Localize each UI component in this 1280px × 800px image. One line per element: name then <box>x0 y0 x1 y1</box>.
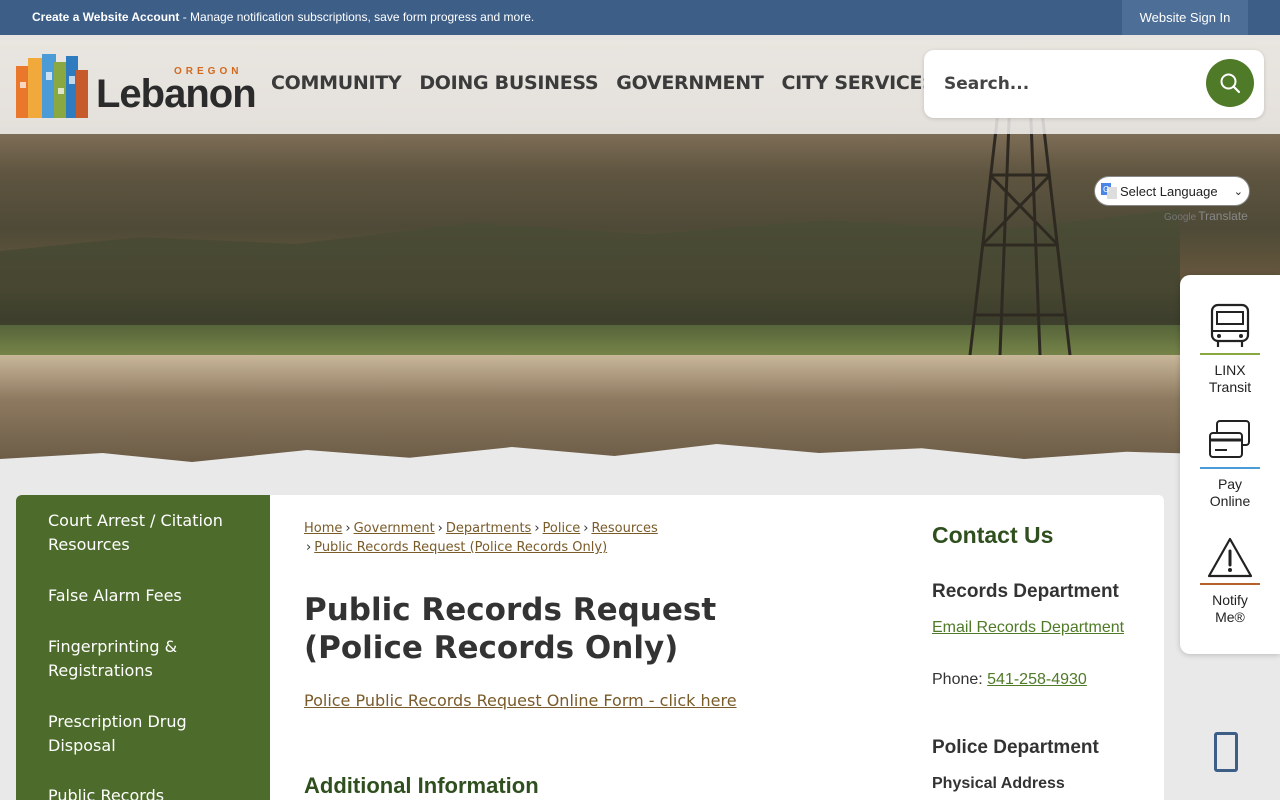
scroll-to-top-icon[interactable] <box>1214 732 1238 772</box>
sidebar-item-false-alarm-fees[interactable]: False Alarm Fees <box>48 584 248 608</box>
alert-icon <box>1207 537 1253 578</box>
quick-link-pay-online[interactable]: Pay Online <box>1180 419 1280 510</box>
sidebar-item-prescription-drug[interactable]: Prescription Drug Disposal <box>48 710 248 758</box>
quick-link-notify-me[interactable]: Notify Me® <box>1180 537 1280 626</box>
search-box <box>924 50 1264 118</box>
language-select-label: Select Language <box>1120 183 1218 199</box>
bus-icon <box>1210 303 1250 347</box>
top-bar: Create a Website Account - Manage notifi… <box>0 0 1280 35</box>
search-icon <box>1220 73 1241 94</box>
main-navigation: COMMUNITY DOING BUSINESS GOVERNMENT CITY… <box>262 72 945 94</box>
additional-information-heading: Additional Information <box>304 773 539 798</box>
hero-water <box>0 355 1180 465</box>
site-header: OREGON Lebanon COMMUNITY DOING BUSINESS … <box>0 35 1280 134</box>
create-account-link[interactable]: Create a Website Account <box>32 10 179 24</box>
pay-label-1: Pay <box>1217 476 1243 492</box>
notify-label-2: Me® <box>1215 609 1245 625</box>
breadcrumb-police[interactable]: Police <box>543 521 581 536</box>
breadcrumb-resources[interactable]: Resources <box>591 521 657 536</box>
notify-underline <box>1200 583 1260 585</box>
language-select[interactable]: G Select Language ⌄ <box>1094 176 1250 206</box>
breadcrumb-home[interactable]: Home <box>304 521 342 536</box>
breadcrumb: Home › Government › Departments › Police › Resou… <box>304 521 658 555</box>
linx-underline <box>1200 353 1260 355</box>
notify-label-1: Notify <box>1212 592 1248 608</box>
records-department-heading: Records Department <box>932 581 1119 602</box>
sidebar-nav: Court Arrest / Citation Resources False … <box>16 495 270 800</box>
sidebar-item-court-arrest[interactable]: Court Arrest / Citation Resources <box>48 509 248 557</box>
svg-text:G: G <box>1103 185 1109 194</box>
sidebar-item-public-records[interactable]: Public Records <box>48 784 248 800</box>
pay-underline <box>1200 467 1260 469</box>
phone-link[interactable]: 541-258-4930 <box>987 671 1087 688</box>
quick-link-linx-transit[interactable]: LINX Transit <box>1180 303 1280 396</box>
nav-city-services[interactable]: CITY SERVICES <box>773 72 945 94</box>
page-title: Public Records Request (Police Records O… <box>304 592 717 666</box>
contact-us-heading: Contact Us <box>932 522 1054 548</box>
water-tower-graphic <box>968 95 1072 355</box>
search-button[interactable] <box>1206 59 1254 107</box>
phone-label: Phone: <box>932 671 988 688</box>
breadcrumb-current[interactable]: Public Records Request (Police Records O… <box>314 540 607 555</box>
chevron-down-icon: ⌄ <box>1233 185 1243 198</box>
sidebar-item-fingerprinting[interactable]: Fingerprinting & Registrations <box>48 635 248 683</box>
lebanon-logo-mark-icon <box>16 54 88 118</box>
nav-government[interactable]: GOVERNMENT <box>607 72 772 94</box>
police-department-heading: Police Department <box>932 737 1099 758</box>
lebanon-logo[interactable]: OREGON Lebanon <box>16 50 257 120</box>
linx-label-1: LINX <box>1214 362 1246 378</box>
website-sign-in-button[interactable]: Website Sign In <box>1122 0 1248 35</box>
create-account-message[interactable]: Create a Website Account - Manage notifi… <box>32 10 534 24</box>
logo-city-name: Lebanon <box>96 72 257 116</box>
main-content: Home › Government › Departments › Police › Resou… <box>270 495 1164 800</box>
linx-label-2: Transit <box>1208 379 1252 395</box>
pay-label-2: Online <box>1209 493 1251 509</box>
breadcrumb-government[interactable]: Government <box>354 521 435 536</box>
records-request-form-link[interactable]: Police Public Records Request Online For… <box>304 691 737 710</box>
powered-by-google-translate[interactable]: Google Translate <box>1164 209 1248 223</box>
physical-address-label: Physical Address <box>932 775 1065 792</box>
phone-line: Phone: 541-258-4930 <box>932 671 1087 689</box>
translate-text: Translate <box>1198 209 1248 223</box>
google-text: Google <box>1164 212 1197 223</box>
search-input[interactable] <box>944 70 1204 98</box>
nav-doing-business[interactable]: DOING BUSINESS <box>410 72 607 94</box>
breadcrumb-departments[interactable]: Departments <box>446 521 531 536</box>
google-translate-icon: G <box>1101 183 1117 199</box>
create-account-description: - Manage notification subscriptions, sav… <box>179 10 535 24</box>
email-records-link[interactable]: Email Records Department <box>932 619 1124 637</box>
credit-card-icon <box>1209 420 1250 458</box>
nav-community[interactable]: COMMUNITY <box>262 72 410 94</box>
quick-links-rail: LINX Transit Pay Online Notify Me® <box>1180 275 1280 654</box>
